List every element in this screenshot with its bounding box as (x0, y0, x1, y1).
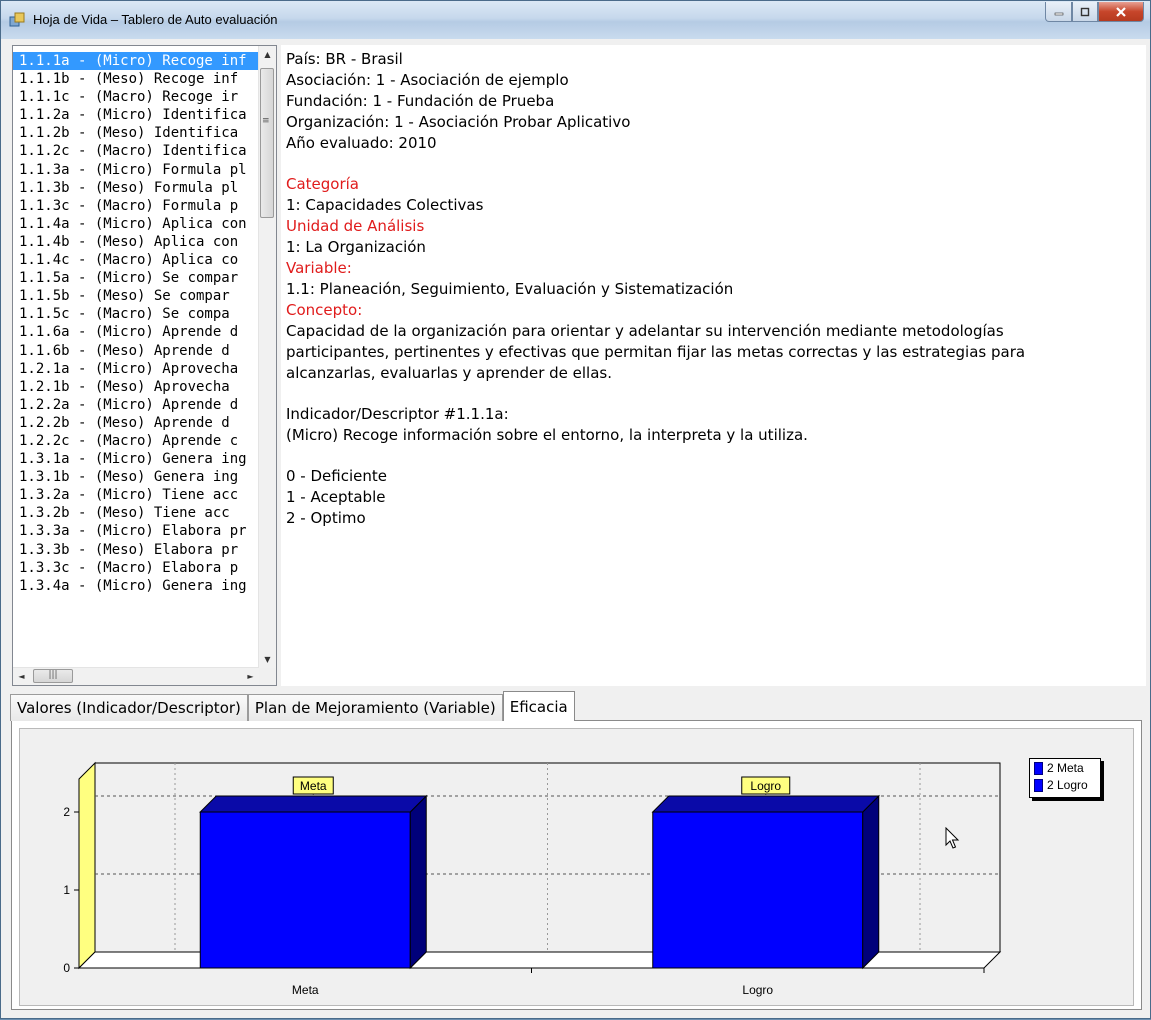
chart-left-wall (78, 761, 96, 970)
x-tick-label: Logro (742, 983, 773, 997)
legend-item-logro: 2 Logro (1030, 777, 1100, 793)
legend-item-meta: 2 Meta (1030, 760, 1100, 776)
y-tick-label: 1 (63, 883, 70, 897)
bar-side-logro (862, 794, 880, 970)
chart-legend: 2 Meta 2 Logro (1029, 758, 1101, 798)
bar-top-logro (651, 795, 880, 813)
app-window: Hoja de Vida – Tablero de Auto evaluació… (0, 0, 1151, 1019)
bar-top-meta (199, 795, 428, 813)
legend-label-logro: 2 Logro (1047, 778, 1088, 792)
bar-logro (652, 811, 864, 969)
legend-swatch-meta (1034, 761, 1043, 775)
y-tick-label: 2 (63, 805, 70, 819)
legend-swatch-logro (1034, 778, 1043, 792)
y-tick-label: 0 (63, 961, 70, 975)
mouse-cursor-icon (945, 827, 960, 849)
mark-label: Meta (300, 779, 327, 793)
x-tick-label: Meta (292, 983, 319, 997)
legend-label-meta: 2 Meta (1047, 761, 1084, 775)
bar-meta (199, 811, 411, 969)
bar-side-meta (409, 794, 427, 970)
tab-eficacia[interactable]: Eficacia (502, 691, 575, 721)
eficacia-chart: 0 1 2 Meta Meta Logro Logro (63, 761, 1002, 997)
mark-label: Logro (750, 779, 781, 793)
